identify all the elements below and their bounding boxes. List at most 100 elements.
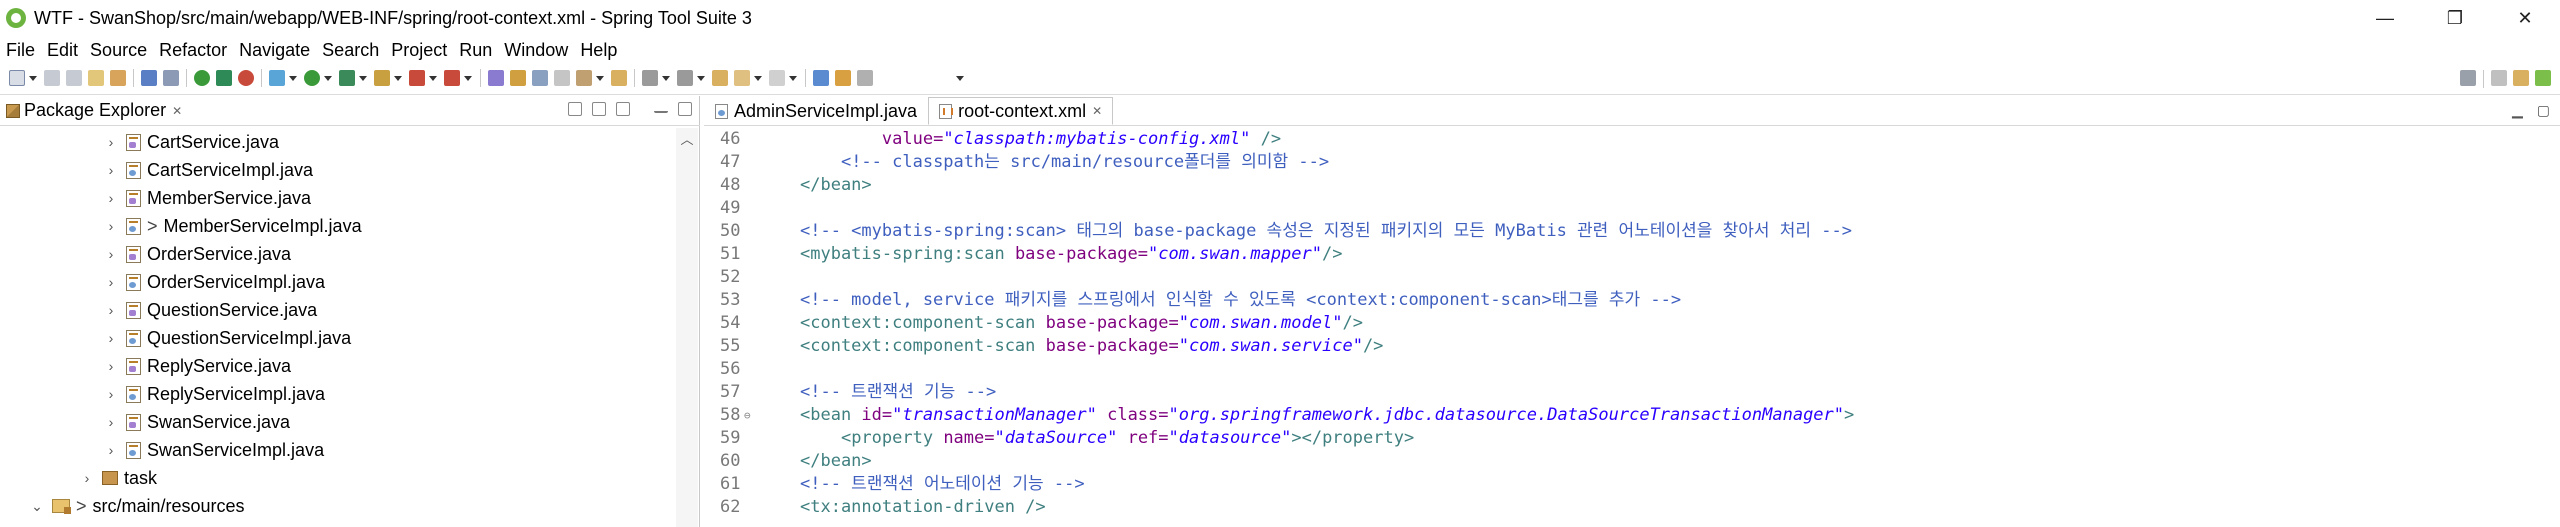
code-line[interactable]: 48 </bean>: [704, 174, 2560, 197]
server-dropdown-icon[interactable]: [464, 75, 472, 81]
toggle-mark-icon[interactable]: [611, 70, 627, 86]
code-line[interactable]: 52: [704, 266, 2560, 289]
external-tools-icon[interactable]: [374, 70, 390, 86]
chevron-right-icon[interactable]: ›: [104, 330, 118, 346]
menu-run[interactable]: Run: [453, 40, 498, 61]
chevron-right-icon[interactable]: ›: [104, 134, 118, 150]
code-line[interactable]: 54 <context:component-scan base-package="…: [704, 312, 2560, 335]
pin-editor-icon[interactable]: [813, 70, 829, 86]
menu-search[interactable]: Search: [316, 40, 385, 61]
code-line[interactable]: 60 </bean>: [704, 450, 2560, 473]
next-annotation-dropdown-icon[interactable]: [662, 75, 670, 81]
relaunch-icon[interactable]: [216, 70, 232, 86]
chevron-right-icon[interactable]: ›: [104, 162, 118, 178]
menu-window[interactable]: Window: [498, 40, 574, 61]
open-task-icon[interactable]: [88, 70, 104, 86]
code-line[interactable]: 61 <!-- 트랜잭션 어노테이션 기능 -->: [704, 473, 2560, 496]
chevron-right-icon[interactable]: ›: [104, 274, 118, 290]
tab-admin-service-impl[interactable]: AdminServiceImpl.java: [704, 97, 928, 125]
tree-item[interactable]: › ReplyService.java: [104, 352, 291, 380]
close-icon[interactable]: ✕: [1092, 104, 1102, 118]
menu-help[interactable]: Help: [574, 40, 623, 61]
tree-item[interactable]: › ReplyServiceImpl.java: [104, 380, 325, 408]
new-icon[interactable]: [9, 70, 25, 86]
tree-item[interactable]: › OrderServiceImpl.java: [104, 268, 325, 296]
run-dropdown-icon[interactable]: [324, 75, 332, 81]
search-icon[interactable]: [576, 70, 592, 86]
chevron-right-icon[interactable]: ›: [104, 442, 118, 458]
external-tools-dropdown-icon[interactable]: [394, 75, 402, 81]
tree-item[interactable]: › SwanService.java: [104, 408, 290, 436]
code-line[interactable]: 53 <!-- model, service 패키지를 스프링에서 인식할 수 있…: [704, 289, 2560, 312]
code-line[interactable]: 46 value="classpath:mybatis-config.xml" …: [704, 128, 2560, 151]
stop-icon[interactable]: [238, 70, 254, 86]
menu-navigate[interactable]: Navigate: [233, 40, 316, 61]
forward-icon[interactable]: [769, 70, 785, 86]
code-line[interactable]: 62 <tx:annotation-driven />: [704, 496, 2560, 519]
code-line[interactable]: 47 <!-- classpath는 src/main/resource폴더를 …: [704, 151, 2560, 174]
menu-source[interactable]: Source: [84, 40, 153, 61]
tree-item[interactable]: › > MemberServiceImpl.java: [104, 212, 362, 240]
stop-server-icon[interactable]: [409, 70, 425, 86]
fold-toggle-icon[interactable]: ⊖: [744, 404, 751, 427]
new-java-package-icon[interactable]: [488, 70, 504, 86]
last-edit-icon[interactable]: [712, 70, 728, 86]
debug-icon[interactable]: [269, 70, 285, 86]
chevron-right-icon[interactable]: ›: [104, 302, 118, 318]
menu-file[interactable]: File: [0, 40, 41, 61]
code-line[interactable]: 57 <!-- 트랜잭션 기능 -->: [704, 381, 2560, 404]
code-line[interactable]: 59 <property name="dataSource" ref="data…: [704, 427, 2560, 450]
scroll-up-icon[interactable]: ︿: [676, 128, 698, 148]
search-dropdown-icon[interactable]: [596, 75, 604, 81]
view-menu-icon[interactable]: [640, 102, 644, 116]
code-line[interactable]: 51 <mybatis-spring:scan base-package="com…: [704, 243, 2560, 266]
code-line[interactable]: 50 <!-- <mybatis-spring:scan> 태그의 base-pa…: [704, 220, 2560, 243]
skip-breakpoints-icon[interactable]: [163, 70, 179, 86]
chevron-right-icon[interactable]: ›: [104, 246, 118, 262]
code-line[interactable]: 55 <context:component-scan base-package="…: [704, 335, 2560, 358]
menu-refactor[interactable]: Refactor: [153, 40, 233, 61]
back-dropdown-icon[interactable]: [754, 75, 762, 81]
tree-item[interactable]: › QuestionServiceImpl.java: [104, 324, 351, 352]
menu-edit[interactable]: Edit: [41, 40, 84, 61]
new-dropdown-icon[interactable]: [29, 75, 37, 81]
save-all-icon[interactable]: [66, 70, 82, 86]
maximize-editor-icon[interactable]: ▢: [2537, 102, 2550, 119]
new-class-icon[interactable]: [510, 70, 526, 86]
tree-item[interactable]: › QuestionService.java: [104, 296, 317, 324]
chevron-down-icon[interactable]: ⌄: [30, 498, 44, 514]
close-button[interactable]: ✕: [2490, 0, 2560, 36]
chevron-right-icon[interactable]: ›: [80, 470, 94, 486]
tree-item[interactable]: › CartService.java: [104, 128, 279, 156]
chevron-right-icon[interactable]: ›: [104, 386, 118, 402]
java-ee-perspective-icon[interactable]: [2513, 70, 2529, 86]
spring-tools-icon[interactable]: [835, 70, 851, 86]
minimize-view-icon[interactable]: [654, 105, 668, 113]
quick-access-search-icon[interactable]: [2460, 70, 2476, 86]
coverage-icon[interactable]: [339, 70, 355, 86]
save-icon[interactable]: [44, 70, 60, 86]
next-annotation-icon[interactable]: [642, 70, 658, 86]
forward-dropdown-icon[interactable]: [789, 75, 797, 81]
coverage-dropdown-icon[interactable]: [359, 75, 367, 81]
code-line[interactable]: 58 ⊖ <bean id="transactionManager" class="…: [704, 404, 2560, 427]
debug-dropdown-icon[interactable]: [289, 75, 297, 81]
open-type-icon[interactable]: [532, 70, 548, 86]
code-line[interactable]: 49: [704, 197, 2560, 220]
toolbar-overflow-dropdown-icon[interactable]: [956, 75, 964, 81]
focus-on-task-icon[interactable]: [616, 102, 630, 116]
previous-annotation-icon[interactable]: [677, 70, 693, 86]
stop-server-dropdown-icon[interactable]: [429, 75, 437, 81]
minimize-button[interactable]: —: [2350, 0, 2420, 36]
link-with-editor-icon[interactable]: [592, 102, 606, 116]
maximize-button[interactable]: ❐: [2420, 0, 2490, 36]
chevron-right-icon[interactable]: ›: [104, 358, 118, 374]
tab-root-context[interactable]: root-context.xml ✕: [928, 97, 1114, 125]
menu-project[interactable]: Project: [385, 40, 453, 61]
tree-item-src-main-resources[interactable]: ⌄ > src/main/resources: [30, 492, 244, 520]
package-explorer-tab[interactable]: Package Explorer ✕: [0, 100, 182, 121]
tree-item-task[interactable]: › task: [80, 464, 157, 492]
layout-grid-icon[interactable]: [857, 70, 873, 86]
package-explorer-scrollbar[interactable]: ︿: [676, 128, 698, 527]
chevron-right-icon[interactable]: ›: [104, 218, 118, 234]
